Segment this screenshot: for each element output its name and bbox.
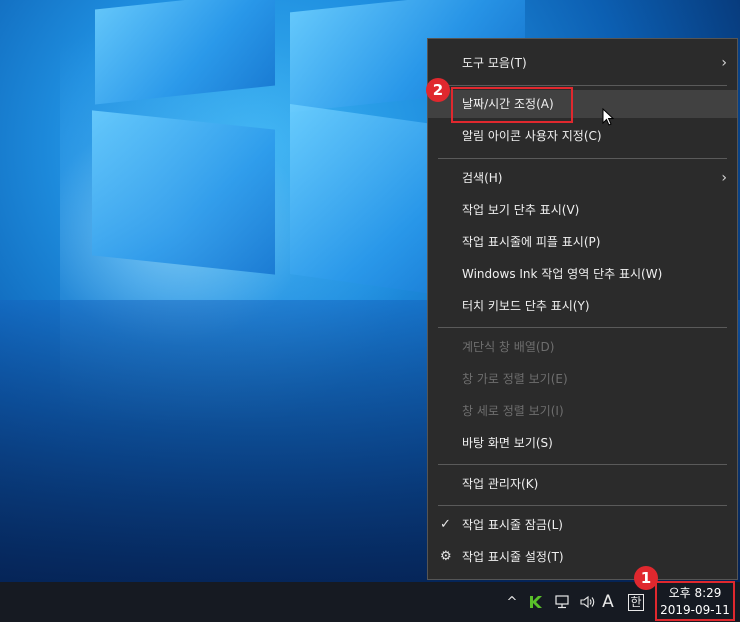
menu-item-label: 검색(H)	[462, 171, 503, 185]
menu-separator	[438, 505, 727, 506]
window-pane	[92, 110, 275, 275]
menu-item-windows-ink[interactable]: Windows Ink 작업 영역 단추 표시(W)	[428, 260, 737, 288]
menu-item-side-by-side-windows: 창 세로 정렬 보기(I)	[428, 397, 737, 425]
menu-item-label: 작업 표시줄 설정(T)	[462, 550, 564, 564]
green-app-icon	[530, 596, 542, 608]
menu-item-customize-notification-icons[interactable]: 알림 아이콘 사용자 지정(C)	[428, 122, 737, 150]
network-monitor-icon	[555, 595, 569, 609]
menu-item-task-manager[interactable]: 작업 관리자(K)	[428, 470, 737, 498]
menu-separator	[438, 158, 727, 159]
gear-icon: ⚙	[440, 549, 452, 564]
checkmark-icon: ✓	[440, 517, 451, 532]
menu-item-label: 창 세로 정렬 보기(I)	[462, 404, 564, 418]
submenu-arrow-icon: ›	[721, 55, 727, 71]
menu-item-label: 터치 키보드 단추 표시(Y)	[462, 299, 590, 313]
menu-item-stacked-windows: 창 가로 정렬 보기(E)	[428, 365, 737, 393]
menu-item-label: 창 가로 정렬 보기(E)	[462, 372, 568, 386]
annotation-badge: 1	[634, 566, 658, 590]
annotation-highlight-box	[451, 87, 573, 123]
menu-item-label: 바탕 화면 보기(S)	[462, 436, 553, 450]
menu-separator	[438, 464, 727, 465]
network-icon[interactable]	[550, 582, 574, 622]
menu-item-label: 작업 보기 단추 표시(V)	[462, 203, 580, 217]
mouse-cursor-icon	[602, 108, 615, 126]
menu-item-cascade-windows: 계단식 창 배열(D)	[428, 333, 737, 361]
menu-item-show-desktop[interactable]: 바탕 화면 보기(S)	[428, 429, 737, 457]
menu-separator	[438, 327, 727, 328]
menu-item-show-people[interactable]: 작업 표시줄에 피플 표시(P)	[428, 228, 737, 256]
menu-item-touch-keyboard[interactable]: 터치 키보드 단추 표시(Y)	[428, 292, 737, 320]
menu-item-label: Windows Ink 작업 영역 단추 표시(W)	[462, 267, 663, 281]
menu-item-taskbar-settings[interactable]: ⚙ 작업 표시줄 설정(T)	[428, 543, 737, 571]
annotation-badge: 2	[426, 78, 450, 102]
show-hidden-icons-chevron-icon[interactable]: ^	[502, 582, 522, 622]
menu-item-label: 작업 관리자(K)	[462, 477, 539, 491]
annotation-highlight-box	[655, 581, 735, 621]
menu-item-search[interactable]: 검색(H) ›	[428, 164, 737, 192]
menu-item-label: 도구 모음(T)	[462, 56, 527, 70]
ime-label: 한	[628, 593, 644, 611]
submenu-arrow-icon: ›	[721, 170, 727, 186]
input-mode-indicator[interactable]: A	[598, 582, 618, 622]
app-tray-icon[interactable]	[524, 582, 548, 622]
menu-item-show-task-view-button[interactable]: 작업 보기 단추 표시(V)	[428, 196, 737, 224]
speaker-icon	[580, 595, 595, 609]
volume-icon[interactable]	[576, 582, 600, 622]
menu-item-label: 작업 표시줄에 피플 표시(P)	[462, 235, 601, 249]
menu-item-label: 작업 표시줄 잠금(L)	[462, 518, 563, 532]
menu-item-label: 계단식 창 배열(D)	[462, 340, 555, 354]
menu-item-lock-taskbar[interactable]: ✓ 작업 표시줄 잠금(L)	[428, 511, 737, 539]
menu-separator	[438, 85, 727, 86]
menu-item-toolbars[interactable]: 도구 모음(T) ›	[428, 49, 737, 77]
menu-item-label: 알림 아이콘 사용자 지정(C)	[462, 129, 602, 143]
taskbar: ^ A 한	[0, 582, 740, 622]
